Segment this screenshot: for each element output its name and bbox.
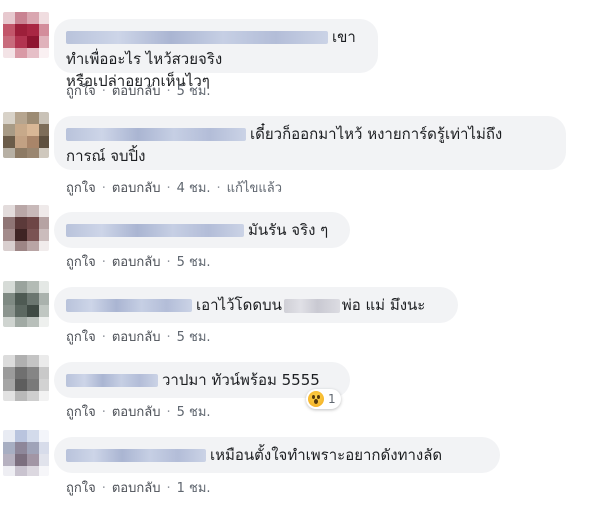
like-link[interactable]: ถูกใจ: [66, 255, 96, 270]
comment-actions: ถูกใจ · ตอบกลับ · 5 ชม.: [66, 251, 211, 272]
separator: ·: [166, 481, 171, 496]
commenter-name[interactable]: [66, 299, 192, 312]
comment-text: พ่อ แม่ มึงนะ: [341, 296, 426, 314]
separator: ·: [101, 330, 106, 345]
separator: ·: [101, 405, 106, 420]
like-link[interactable]: ถูกใจ: [66, 181, 96, 196]
reaction-summary[interactable]: 1: [306, 389, 341, 409]
reply-link[interactable]: ตอบกลับ: [112, 255, 161, 270]
like-link[interactable]: ถูกใจ: [66, 481, 96, 496]
comment-item: เดี๋ยวก็ออกมาไหว้ หงายการ์ดรู้เท่าไม่ถึง…: [0, 110, 600, 205]
comment-text: การณ์ จบปิ้ง: [66, 147, 146, 165]
comment-item: วาปมา ทัวน์พร้อม 5555 1 ถูกใจ · ตอบกลับ · 5 …: [0, 355, 600, 430]
like-link[interactable]: ถูกใจ: [66, 405, 96, 420]
separator: ·: [166, 405, 171, 420]
avatar[interactable]: [3, 355, 49, 401]
reply-link[interactable]: ตอบกลับ: [112, 84, 161, 99]
comment-bubble: เหมือนตั้งใจทำเพราะอยากดังทางลัด: [54, 437, 500, 473]
comment-actions: ถูกใจ · ตอบกลับ · 5 ชม.: [66, 80, 211, 101]
commenter-name[interactable]: [66, 224, 244, 237]
redacted-text: [283, 298, 340, 313]
comment-bubble: เดี๋ยวก็ออกมาไหว้ หงายการ์ดรู้เท่าไม่ถึง…: [54, 116, 566, 170]
commenter-name[interactable]: [66, 374, 158, 387]
comment-text: วาปมา ทัวน์พร้อม 5555: [162, 371, 320, 389]
comment-item: เอาไว้โดดบน พ่อ แม่ มึงนะ ถูกใจ · ตอบกลับ · 5…: [0, 280, 600, 355]
comment-item: เหมือนตั้งใจทำเพราะอยากดังทางลัด ถูกใจ · ต…: [0, 430, 600, 506]
comment-bubble: มันรัน จริง ๆ: [54, 212, 350, 248]
separator: ·: [166, 255, 171, 270]
comment-bubble: วาปมา ทัวน์พร้อม 5555: [54, 362, 350, 398]
commenter-name[interactable]: [66, 31, 328, 44]
comment-item: มันรัน จริง ๆ ถูกใจ · ตอบกลับ · 5 ชม.: [0, 205, 600, 280]
reaction-count: 1: [328, 392, 336, 406]
comment-item: เขาทำเพื่ออะไร ไหว้สวยจริง หรือเปล่าอยาก…: [0, 0, 600, 110]
timestamp[interactable]: 5 ชม.: [177, 405, 211, 420]
like-link[interactable]: ถูกใจ: [66, 330, 96, 345]
separator: ·: [216, 181, 221, 196]
separator: ·: [166, 84, 171, 99]
separator: ·: [166, 330, 171, 345]
commenter-name[interactable]: [66, 128, 246, 141]
comment-text: เหมือนตั้งใจทำเพราะอยากดังทางลัด: [210, 446, 443, 464]
timestamp[interactable]: 4 ชม.: [177, 181, 211, 196]
reply-link[interactable]: ตอบกลับ: [112, 330, 161, 345]
comment-actions: ถูกใจ · ตอบกลับ · 1 ชม.: [66, 477, 211, 498]
reply-link[interactable]: ตอบกลับ: [112, 481, 161, 496]
timestamp[interactable]: 5 ชม.: [177, 330, 211, 345]
reply-link[interactable]: ตอบกลับ: [112, 405, 161, 420]
comment-text: มันรัน จริง ๆ: [248, 221, 329, 239]
avatar[interactable]: [3, 12, 49, 58]
avatar[interactable]: [3, 112, 49, 158]
separator: ·: [101, 481, 106, 496]
edited-label[interactable]: แก้ไขแล้ว: [227, 181, 282, 196]
comment-actions: ถูกใจ · ตอบกลับ · 5 ชม.: [66, 401, 211, 422]
timestamp[interactable]: 5 ชม.: [177, 255, 211, 270]
avatar[interactable]: [3, 281, 49, 327]
comment-actions: ถูกใจ · ตอบกลับ · 5 ชม.: [66, 326, 211, 347]
separator: ·: [101, 84, 106, 99]
comment-actions: ถูกใจ · ตอบกลับ · 4 ชม. · แก้ไขแล้ว: [66, 177, 282, 198]
reply-link[interactable]: ตอบกลับ: [112, 181, 161, 196]
separator: ·: [101, 255, 106, 270]
avatar[interactable]: [3, 430, 49, 476]
separator: ·: [101, 181, 106, 196]
comment-bubble: เขาทำเพื่ออะไร ไหว้สวยจริง หรือเปล่าอยาก…: [54, 19, 378, 90]
commenter-name[interactable]: [66, 449, 206, 462]
like-link[interactable]: ถูกใจ: [66, 84, 96, 99]
timestamp[interactable]: 5 ชม.: [177, 84, 211, 99]
comment-bubble: เอาไว้โดดบน พ่อ แม่ มึงนะ: [54, 287, 458, 323]
separator: ·: [166, 181, 171, 196]
avatar[interactable]: [3, 205, 49, 251]
comment-text: เดี๋ยวก็ออกมาไหว้ หงายการ์ดรู้เท่าไม่ถึง: [250, 125, 503, 143]
wow-reaction-icon: [308, 391, 324, 407]
timestamp[interactable]: 1 ชม.: [177, 481, 211, 496]
comment-text: เอาไว้โดดบน: [196, 296, 282, 314]
